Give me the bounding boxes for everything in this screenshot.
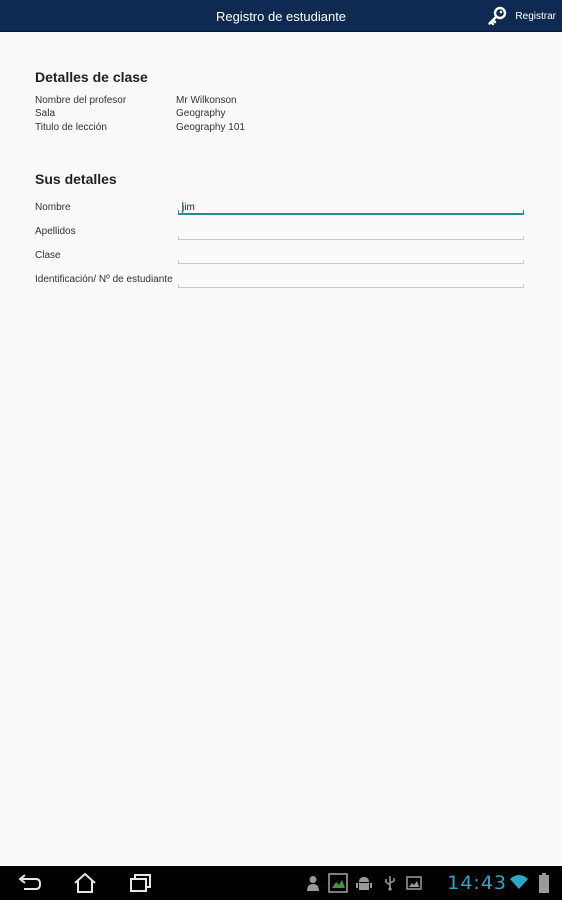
info-label: Sala xyxy=(35,108,56,119)
text-cursor xyxy=(182,202,183,213)
last-name-label: Apellidos xyxy=(35,226,76,237)
key-icon xyxy=(488,6,507,26)
your-details-heading: Sus detalles xyxy=(35,171,117,187)
class-field[interactable] xyxy=(178,250,524,264)
wifi-icon xyxy=(510,875,528,889)
info-value: Geography 101 xyxy=(176,122,245,133)
android-debug-icon xyxy=(356,877,372,890)
user-icon xyxy=(307,876,319,891)
student-id-label: Identificación/ Nº de estudiante xyxy=(35,274,173,285)
first-name-value: jim xyxy=(182,202,195,213)
page-title: Registro de estudiante xyxy=(215,9,347,24)
action-bar: Registro de estudiante Registrar xyxy=(0,0,562,32)
first-name-label: Nombre xyxy=(35,202,71,213)
recent-apps-icon[interactable] xyxy=(128,872,154,894)
first-name-field[interactable]: jim xyxy=(178,201,524,215)
info-label: Titulo de lección xyxy=(35,122,107,133)
student-id-field[interactable] xyxy=(178,274,524,288)
last-name-field[interactable] xyxy=(178,226,524,240)
battery-icon xyxy=(539,873,549,893)
class-label: Clase xyxy=(35,250,61,261)
info-label: Nombre del profesor xyxy=(35,95,127,106)
class-details-heading: Detalles de clase xyxy=(35,69,148,85)
register-label: Registrar xyxy=(515,10,556,22)
screenshot-icon xyxy=(328,873,348,893)
register-button[interactable]: Registrar xyxy=(487,4,556,28)
home-icon[interactable] xyxy=(72,872,98,894)
info-value: Mr Wilkonson xyxy=(176,95,237,106)
clock: 14:43 xyxy=(447,872,507,894)
gallery-icon xyxy=(406,876,422,890)
info-value: Geography xyxy=(176,108,226,119)
system-bar: 14:43 xyxy=(0,866,562,900)
usb-icon xyxy=(385,876,395,891)
back-icon[interactable] xyxy=(16,872,42,894)
